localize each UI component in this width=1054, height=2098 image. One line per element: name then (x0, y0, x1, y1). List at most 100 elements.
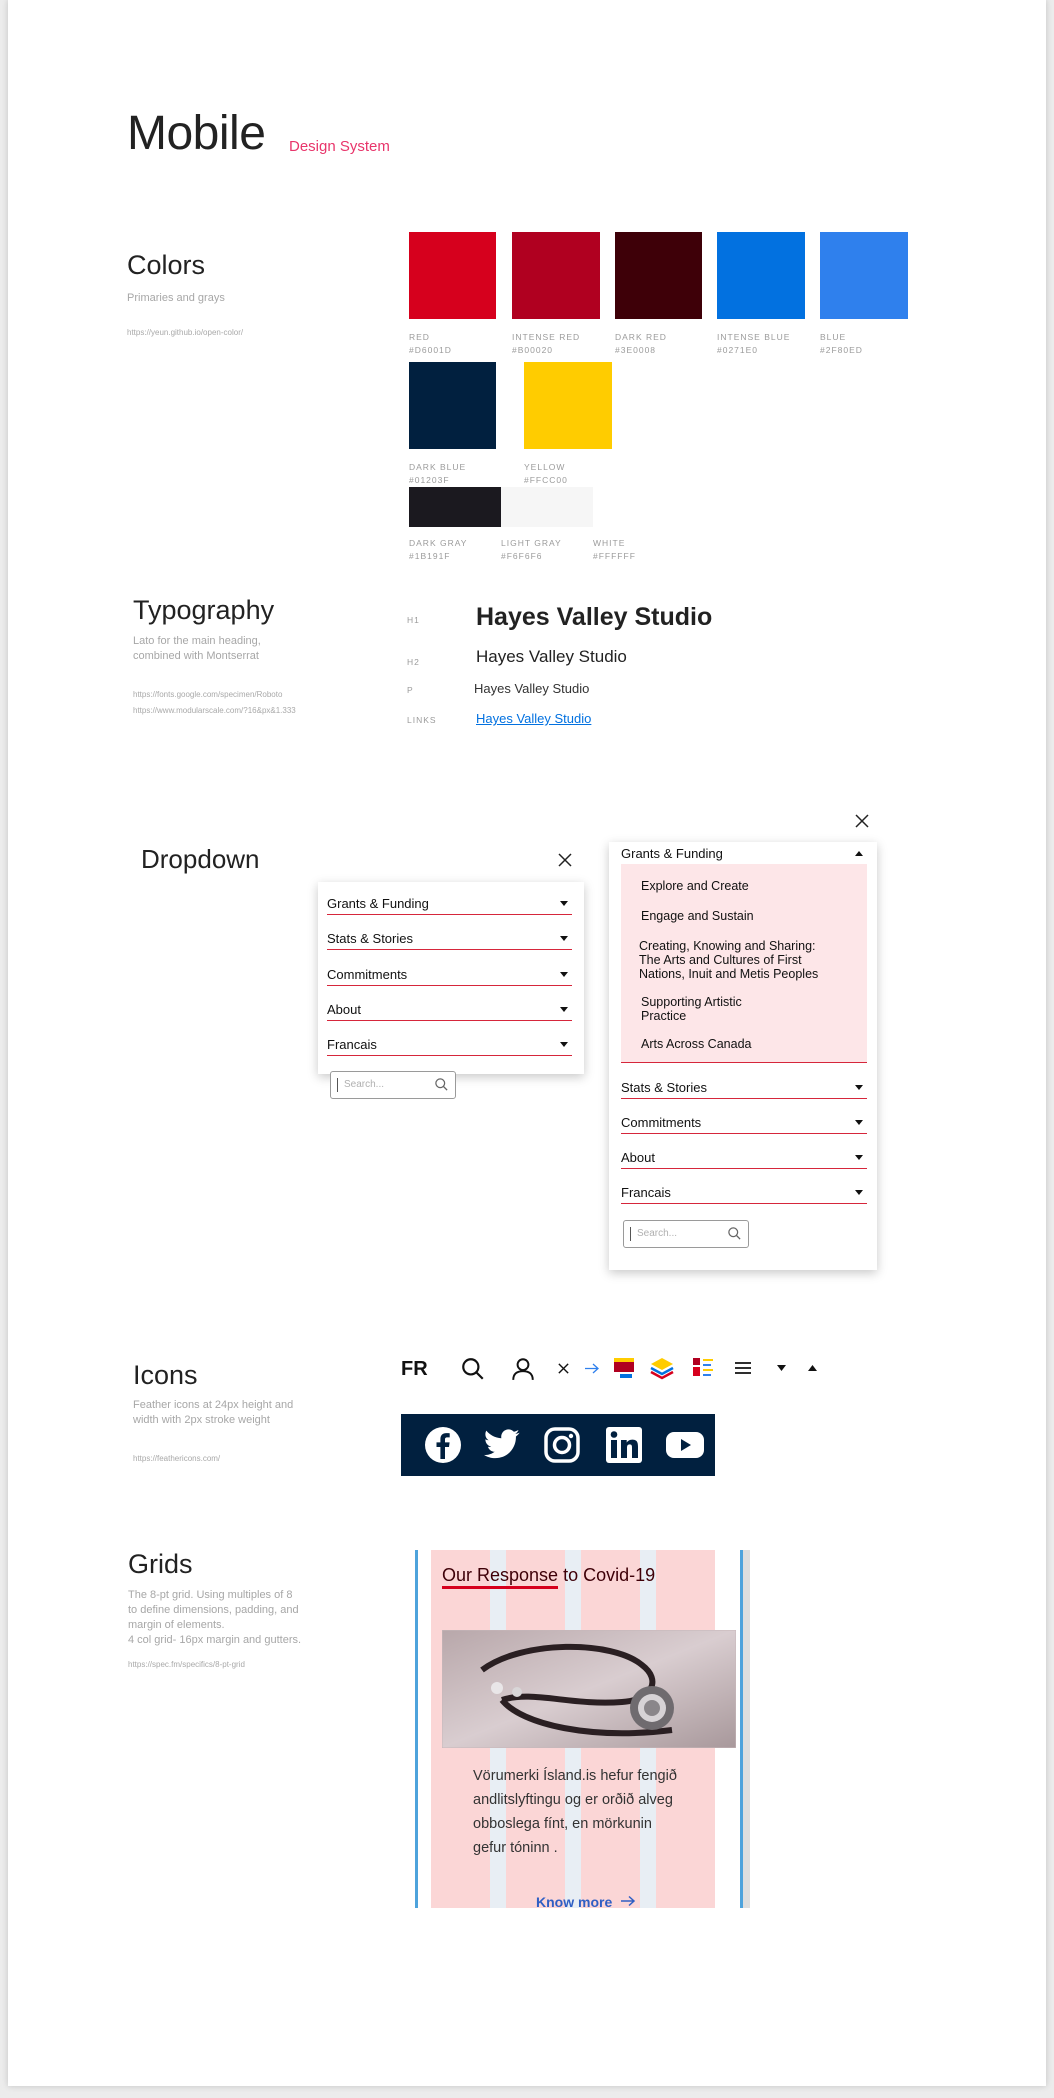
color-swatch-dark-blue (409, 362, 496, 449)
stack-red-icon (614, 1358, 634, 1378)
color-hex: #1B191F (409, 551, 451, 561)
menu-item-about[interactable]: About (621, 1146, 867, 1169)
submenu-item[interactable]: Engage and Sustain (641, 909, 754, 923)
grid-edge (743, 1550, 750, 1908)
caret-down-icon (855, 1085, 863, 1090)
search-input[interactable]: Search... (330, 1071, 456, 1099)
twitter-icon[interactable] (483, 1428, 521, 1462)
type-label-links: LINKS (407, 715, 437, 725)
color-swatch-label: LIGHT GRAY #F6F6F6 (501, 537, 562, 563)
menu-item-label: Stats & Stories (621, 1080, 707, 1095)
colors-description: Primaries and grays (127, 292, 225, 304)
page-subtitle: Design System (289, 138, 390, 155)
color-swatch-intense-blue (717, 232, 805, 319)
menu-item-about[interactable]: About (327, 998, 572, 1021)
grid-card-frame: Our Response to Covid-19 Vörumerki Íslan… (414, 1550, 750, 1908)
card-body-line: Vörumerki Ísland.is hefur fengið (473, 1768, 677, 1784)
menu-item-stats[interactable]: Stats & Stories (327, 927, 572, 950)
instagram-icon[interactable] (543, 1426, 581, 1464)
know-more-link[interactable]: Know more (536, 1894, 636, 1908)
grid-margin-left (415, 1550, 418, 1908)
menu-item-label: About (327, 1002, 361, 1017)
menu-item-label: Stats & Stories (327, 931, 413, 946)
colors-heading: Colors (127, 250, 206, 280)
color-swatch-label: DARK RED #3E0008 (615, 331, 667, 357)
caret-down-icon (560, 901, 568, 906)
caret-down-icon (560, 936, 568, 941)
color-hex: #FFCC00 (524, 475, 568, 485)
color-name: DARK GRAY (409, 538, 468, 548)
menu-item-commitments[interactable]: Commitments (327, 963, 572, 986)
icons-heading: Icons (133, 1360, 198, 1390)
search-placeholder: Search... (344, 1079, 385, 1090)
menu-item-stats[interactable]: Stats & Stories (621, 1076, 867, 1099)
search-icon[interactable] (460, 1356, 486, 1382)
linkedin-icon[interactable] (605, 1426, 643, 1464)
search-placeholder: Search... (637, 1228, 678, 1239)
color-name: DARK RED (615, 332, 667, 342)
grids-link[interactable]: https://spec.fm/specifics/8-pt-grid (128, 1660, 245, 1669)
close-icon[interactable] (558, 853, 572, 867)
color-swatch-intense-red (512, 232, 600, 319)
menu-item-commitments[interactable]: Commitments (621, 1111, 867, 1134)
color-hex: #01203F (409, 475, 450, 485)
social-icons-bar (401, 1414, 715, 1476)
caret-down-icon (855, 1120, 863, 1125)
submenu-item: Nations, Inuit and Metis Peoples (639, 967, 819, 981)
menu-item-grants[interactable]: Grants & Funding (327, 892, 572, 915)
close-icon[interactable] (557, 1362, 570, 1375)
typography-link-2[interactable]: https://www.modularscale.com/?16&px&1.33… (133, 706, 296, 715)
menu-item-francais[interactable]: Francais (327, 1033, 572, 1056)
caret-down-icon[interactable] (777, 1365, 786, 1371)
card-body-line: gefur tóninn . (473, 1840, 558, 1856)
typography-description-2: combined with Montserrat (133, 650, 259, 662)
typography-description-1: Lato for the main heading, (133, 635, 261, 647)
caret-down-icon (855, 1190, 863, 1195)
card-heading-rest: to Covid-19 (558, 1565, 656, 1585)
menu-item-label: Commitments (327, 967, 408, 982)
submenu-panel: Explore and Create Engage and Sustain Cr… (621, 864, 867, 1063)
grids-description-4: 4 col grid- 16px margin and gutters. (128, 1634, 302, 1646)
color-swatch-label: WHITE #FFFFFF (593, 537, 636, 563)
submenu-item[interactable]: Supporting Artistic (641, 995, 742, 1009)
color-name: INTENSE RED (512, 332, 581, 342)
grids-description-3: margin of elements. (128, 1619, 225, 1631)
submenu-item[interactable]: Arts Across Canada (641, 1037, 751, 1051)
typography-link-1[interactable]: https://fonts.google.com/specimen/Roboto (133, 690, 282, 699)
icons-link[interactable]: https://feathericons.com/ (133, 1454, 220, 1463)
colors-link[interactable]: https://yeun.github.io/open-color/ (127, 328, 243, 337)
search-input[interactable]: Search... (623, 1220, 749, 1248)
facebook-icon[interactable] (424, 1426, 462, 1464)
color-swatch-light-gray (501, 487, 593, 527)
card-heading-underlined: Our Response (442, 1565, 559, 1589)
typography-heading: Typography (133, 595, 275, 625)
arrow-right-icon (621, 1895, 636, 1907)
text-cursor (337, 1078, 338, 1092)
menu-icon[interactable] (735, 1362, 751, 1374)
user-icon[interactable] (510, 1356, 536, 1382)
search-icon (435, 1078, 448, 1091)
grids-description-2: to define dimensions, padding, and (128, 1604, 299, 1616)
language-toggle[interactable]: FR (401, 1358, 428, 1381)
caret-up-icon[interactable] (808, 1365, 817, 1371)
caret-up-icon (855, 851, 863, 856)
menu-item-francais[interactable]: Francais (621, 1181, 867, 1204)
type-sample-link[interactable]: Hayes Valley Studio (476, 711, 591, 726)
stethoscope-image (442, 1630, 736, 1748)
submenu-item[interactable]: Creating, Knowing and Sharing: (639, 939, 816, 953)
arrow-right-icon[interactable] (584, 1362, 600, 1375)
menu-item-grants-open[interactable]: Grants & Funding (621, 842, 867, 864)
close-icon[interactable] (855, 814, 869, 828)
caret-down-icon (560, 972, 568, 977)
color-swatch-blue (820, 232, 908, 319)
color-hex: #2F80ED (820, 345, 863, 355)
youtube-icon[interactable] (665, 1429, 705, 1461)
color-swatch-label: INTENSE RED #B00020 (512, 331, 580, 357)
color-hex: #3E0008 (615, 345, 657, 355)
color-name: YELLOW (524, 462, 566, 472)
type-label-h2: H2 (407, 657, 420, 667)
submenu-item[interactable]: Explore and Create (641, 879, 749, 893)
list-icon (693, 1358, 713, 1376)
type-sample-h1: Hayes Valley Studio (476, 603, 713, 631)
color-swatch-label: DARK GRAY #1B191F (409, 537, 467, 563)
